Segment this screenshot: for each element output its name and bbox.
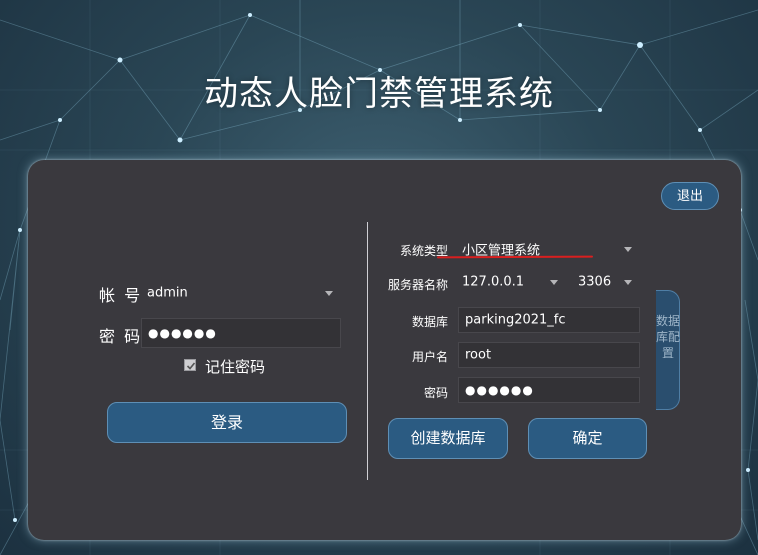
chevron-down-icon [325, 291, 333, 296]
chevron-down-icon [550, 280, 558, 285]
create-database-button[interactable]: 创建数据库 [388, 418, 508, 459]
port-select[interactable]: 3306 [572, 269, 640, 295]
confirm-button[interactable]: 确定 [528, 418, 647, 459]
server-select[interactable]: 127.0.0.1 [456, 269, 566, 295]
password-value: ●●●●●● [148, 326, 217, 340]
main-panel: 退出 帐 号 admin 密 码 ●●●●●● 记住密码 登录 系统类型 小区管… [28, 160, 741, 540]
password-input[interactable]: ●●●●●● [141, 318, 341, 348]
db-password-label: 密码 [423, 386, 448, 400]
database-config-tab[interactable]: 数据库配置 [656, 290, 680, 410]
login-button[interactable]: 登录 [107, 402, 347, 443]
server-value: 127.0.0.1 [462, 274, 525, 290]
system-type-label: 系统类型 [399, 244, 448, 258]
account-select[interactable]: admin [141, 279, 341, 307]
db-password-value: ●●●●●● [465, 383, 534, 397]
chevron-down-icon [624, 280, 632, 285]
chevron-down-icon [624, 247, 632, 252]
server-label: 服务器名称 [387, 278, 448, 292]
port-value: 3306 [578, 274, 612, 290]
exit-button[interactable]: 退出 [661, 182, 719, 210]
database-value: parking2021_fc [465, 312, 566, 328]
account-value: admin [147, 285, 188, 301]
database-input[interactable]: parking2021_fc [458, 307, 640, 333]
app-title: 动态人脸门禁管理系统 [204, 74, 554, 114]
check-icon [186, 362, 196, 370]
database-label: 数据库 [411, 315, 448, 329]
db-password-input[interactable]: ●●●●●● [458, 377, 640, 403]
remember-label: 记住密码 [205, 358, 266, 376]
username-value: root [465, 347, 492, 363]
password-label: 密 码 [99, 327, 143, 346]
username-label: 用户名 [411, 350, 448, 364]
remember-checkbox[interactable] [184, 359, 196, 371]
account-label: 帐 号 [99, 286, 143, 305]
username-input[interactable]: root [458, 342, 640, 368]
database-config-tab-label: 数据库配置 [656, 314, 681, 360]
